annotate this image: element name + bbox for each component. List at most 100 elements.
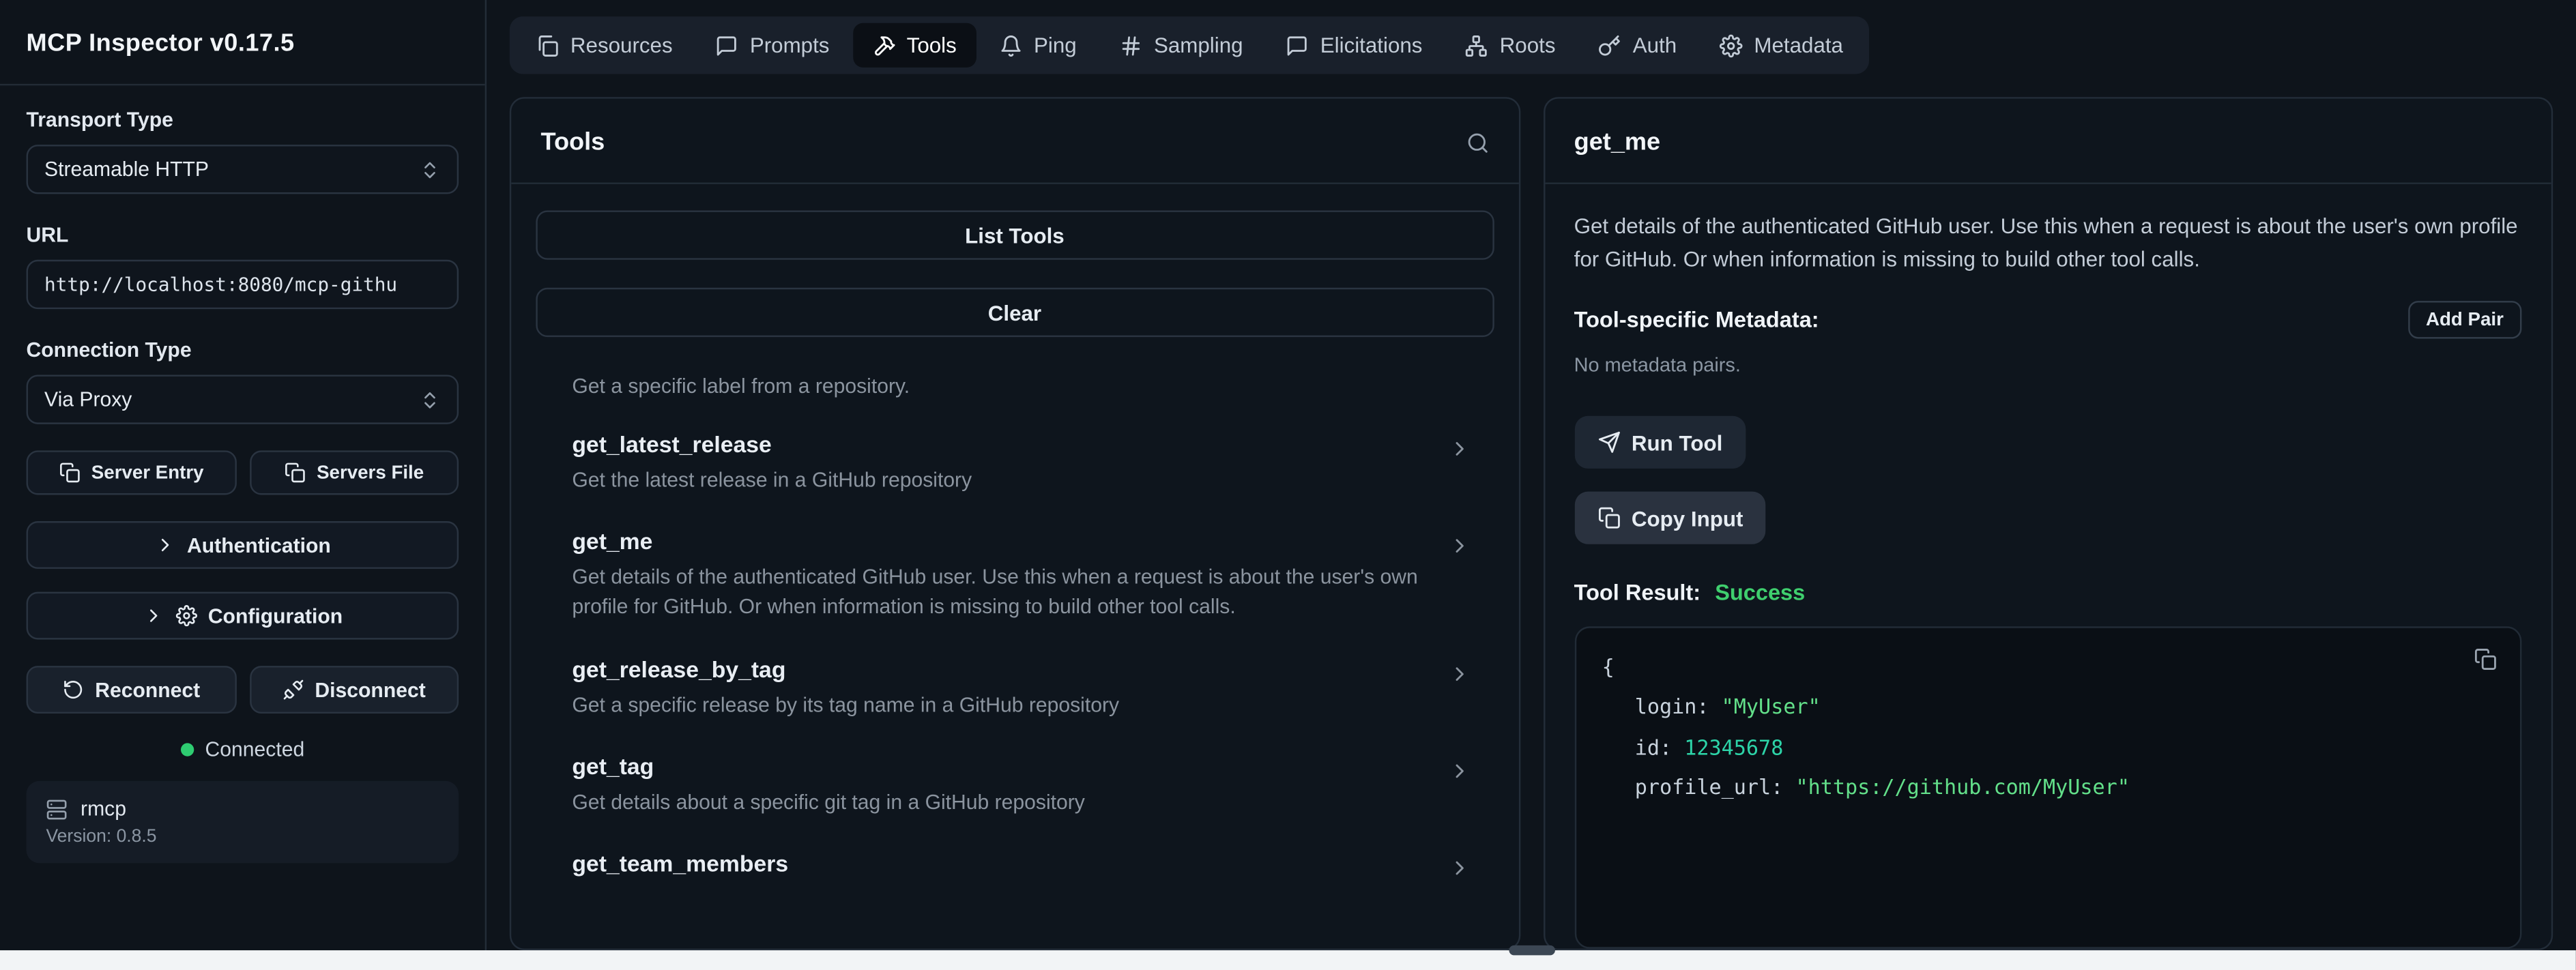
message-square-icon bbox=[715, 33, 738, 57]
metadata-label: Tool-specific Metadata: bbox=[1574, 308, 1819, 332]
tool-detail-panel: get_me Get details of the authenticated … bbox=[1543, 97, 2553, 950]
url-input[interactable] bbox=[27, 260, 459, 309]
run-tool-button[interactable]: Run Tool bbox=[1574, 416, 1746, 469]
code-line: profile_url: "https://github.com/MyUser" bbox=[1602, 768, 2494, 808]
chevron-right-icon bbox=[1447, 856, 1471, 879]
code-line: { bbox=[1602, 648, 2494, 688]
servers-file-button[interactable]: Servers File bbox=[249, 450, 459, 495]
tab-label: Tools bbox=[907, 33, 957, 57]
tools-panel-title: Tools bbox=[541, 128, 605, 156]
unplug-icon bbox=[282, 679, 303, 700]
sidebar: MCP Inspector v0.17.5 Transport Type Str… bbox=[0, 0, 487, 950]
gear-icon bbox=[1720, 33, 1743, 57]
tab-resources[interactable]: Resources bbox=[516, 23, 692, 68]
hammer-icon bbox=[872, 33, 895, 57]
network-icon bbox=[1465, 33, 1488, 57]
clear-button[interactable]: Clear bbox=[536, 288, 1493, 337]
copy-input-button[interactable]: Copy Input bbox=[1574, 492, 1767, 544]
copy-icon[interactable] bbox=[2474, 648, 2498, 671]
no-metadata-text: No metadata pairs. bbox=[1574, 353, 2522, 377]
copy-icon bbox=[284, 462, 305, 483]
connected-dot-icon bbox=[180, 743, 193, 756]
server-entry-label: Server Entry bbox=[91, 462, 204, 482]
server-card: rmcp Version: 0.8.5 bbox=[27, 781, 459, 864]
tab-elicitations[interactable]: Elicitations bbox=[1266, 23, 1442, 68]
tab-prompts[interactable]: Prompts bbox=[695, 23, 849, 68]
tool-description: Get the latest release in a GitHub repos… bbox=[572, 465, 972, 495]
chevron-right-icon bbox=[1447, 759, 1471, 782]
transport-type-select[interactable]: Streamable HTTP bbox=[27, 145, 459, 194]
mcp-inspector-app: MCP Inspector v0.17.5 Transport Type Str… bbox=[0, 0, 2576, 970]
tool-description: Get details about a specific git tag in … bbox=[572, 787, 1085, 817]
bottom-strip bbox=[0, 950, 2576, 970]
chevrons-up-down-icon bbox=[419, 159, 440, 180]
tool-name: get_team_members bbox=[572, 849, 788, 876]
transport-type-label: Transport Type bbox=[27, 108, 459, 132]
tab-auth[interactable]: Auth bbox=[1578, 23, 1696, 68]
key-icon bbox=[1598, 33, 1621, 57]
connection-type-select[interactable]: Via Proxy bbox=[27, 375, 459, 424]
tool-item-get-tag[interactable]: get_tag Get details about a specific git… bbox=[536, 736, 1493, 834]
server-name: rmcp bbox=[81, 797, 126, 821]
tool-name: get_tag bbox=[572, 752, 1085, 779]
copy-icon bbox=[59, 462, 80, 483]
code-line: login: "MyUser" bbox=[1602, 688, 2494, 728]
tool-name: get_latest_release bbox=[572, 431, 972, 458]
server-icon bbox=[46, 798, 67, 819]
tab-label: Auth bbox=[1633, 33, 1677, 57]
tool-detail-description: Get details of the authenticated GitHub … bbox=[1574, 211, 2522, 275]
connection-type-label: Connection Type bbox=[27, 339, 459, 362]
tab-label: Metadata bbox=[1754, 33, 1843, 57]
disconnect-label: Disconnect bbox=[315, 678, 425, 701]
tool-item-get-team-members[interactable]: get_team_members bbox=[536, 833, 1493, 900]
connection-status-text: Connected bbox=[205, 738, 305, 761]
sidebar-body: Transport Type Streamable HTTP URL Conne… bbox=[0, 85, 485, 883]
app-title-bar: MCP Inspector v0.17.5 bbox=[0, 0, 485, 85]
tab-tools[interactable]: Tools bbox=[852, 23, 976, 68]
tab-ping[interactable]: Ping bbox=[980, 23, 1097, 68]
tab-metadata[interactable]: Metadata bbox=[1700, 23, 1863, 68]
message-square-icon bbox=[1286, 33, 1309, 57]
tool-description: Get details of the authenticated GitHub … bbox=[572, 563, 1428, 622]
tab-sampling[interactable]: Sampling bbox=[1099, 23, 1262, 68]
reconnect-label: Reconnect bbox=[95, 678, 200, 701]
main-area: Resources Prompts Tools Ping bbox=[487, 0, 2576, 950]
gear-icon bbox=[175, 605, 197, 626]
authentication-label: Authentication bbox=[187, 533, 331, 557]
server-entry-button[interactable]: Server Entry bbox=[27, 450, 236, 495]
tool-item-get-latest-release[interactable]: get_latest_release Get the latest releas… bbox=[536, 415, 1493, 512]
tabbar-row: Resources Prompts Tools Ping bbox=[487, 0, 2576, 84]
tab-label: Prompts bbox=[750, 33, 830, 57]
list-tools-button[interactable]: List Tools bbox=[536, 211, 1493, 260]
tool-detail-title: get_me bbox=[1574, 128, 1661, 156]
tool-item-get-me[interactable]: get_me Get details of the authenticated … bbox=[536, 512, 1493, 638]
history-resize-handle[interactable] bbox=[1509, 945, 1554, 955]
chevron-right-icon bbox=[1447, 535, 1471, 558]
add-pair-button[interactable]: Add Pair bbox=[2407, 301, 2521, 338]
search-icon[interactable] bbox=[1466, 131, 1489, 154]
tool-description: Get a specific release by its tag name i… bbox=[572, 690, 1119, 720]
hash-icon bbox=[1119, 33, 1142, 57]
tool-result-label: Tool Result: bbox=[1574, 580, 1701, 605]
configuration-label: Configuration bbox=[208, 604, 343, 628]
tools-panel: Tools List Tools Clear Get a specific la… bbox=[510, 97, 1520, 950]
run-tool-label: Run Tool bbox=[1632, 430, 1722, 454]
tool-result-json: { login: "MyUser" id: 12345678 profile_u… bbox=[1574, 626, 2522, 948]
reconnect-button[interactable]: Reconnect bbox=[27, 666, 236, 714]
tab-label: Elicitations bbox=[1320, 33, 1423, 57]
servers-file-label: Servers File bbox=[317, 462, 424, 482]
tool-name: get_me bbox=[572, 528, 1428, 555]
tool-name: get_release_by_tag bbox=[572, 655, 1119, 681]
url-label: URL bbox=[27, 224, 459, 247]
configuration-button[interactable]: Configuration bbox=[27, 592, 459, 640]
rotate-ccw-icon bbox=[62, 679, 83, 700]
send-icon bbox=[1597, 430, 1620, 454]
disconnect-button[interactable]: Disconnect bbox=[249, 666, 459, 714]
tools-list: List Tools Clear Get a specific label fr… bbox=[511, 184, 1518, 900]
authentication-button[interactable]: Authentication bbox=[27, 521, 459, 569]
chevron-right-icon bbox=[1447, 662, 1471, 685]
tab-roots[interactable]: Roots bbox=[1445, 23, 1575, 68]
tab-label: Ping bbox=[1034, 33, 1077, 57]
tool-item-get-release-by-tag[interactable]: get_release_by_tag Get a specific releas… bbox=[536, 638, 1493, 736]
server-version: Version: 0.8.5 bbox=[46, 827, 439, 847]
